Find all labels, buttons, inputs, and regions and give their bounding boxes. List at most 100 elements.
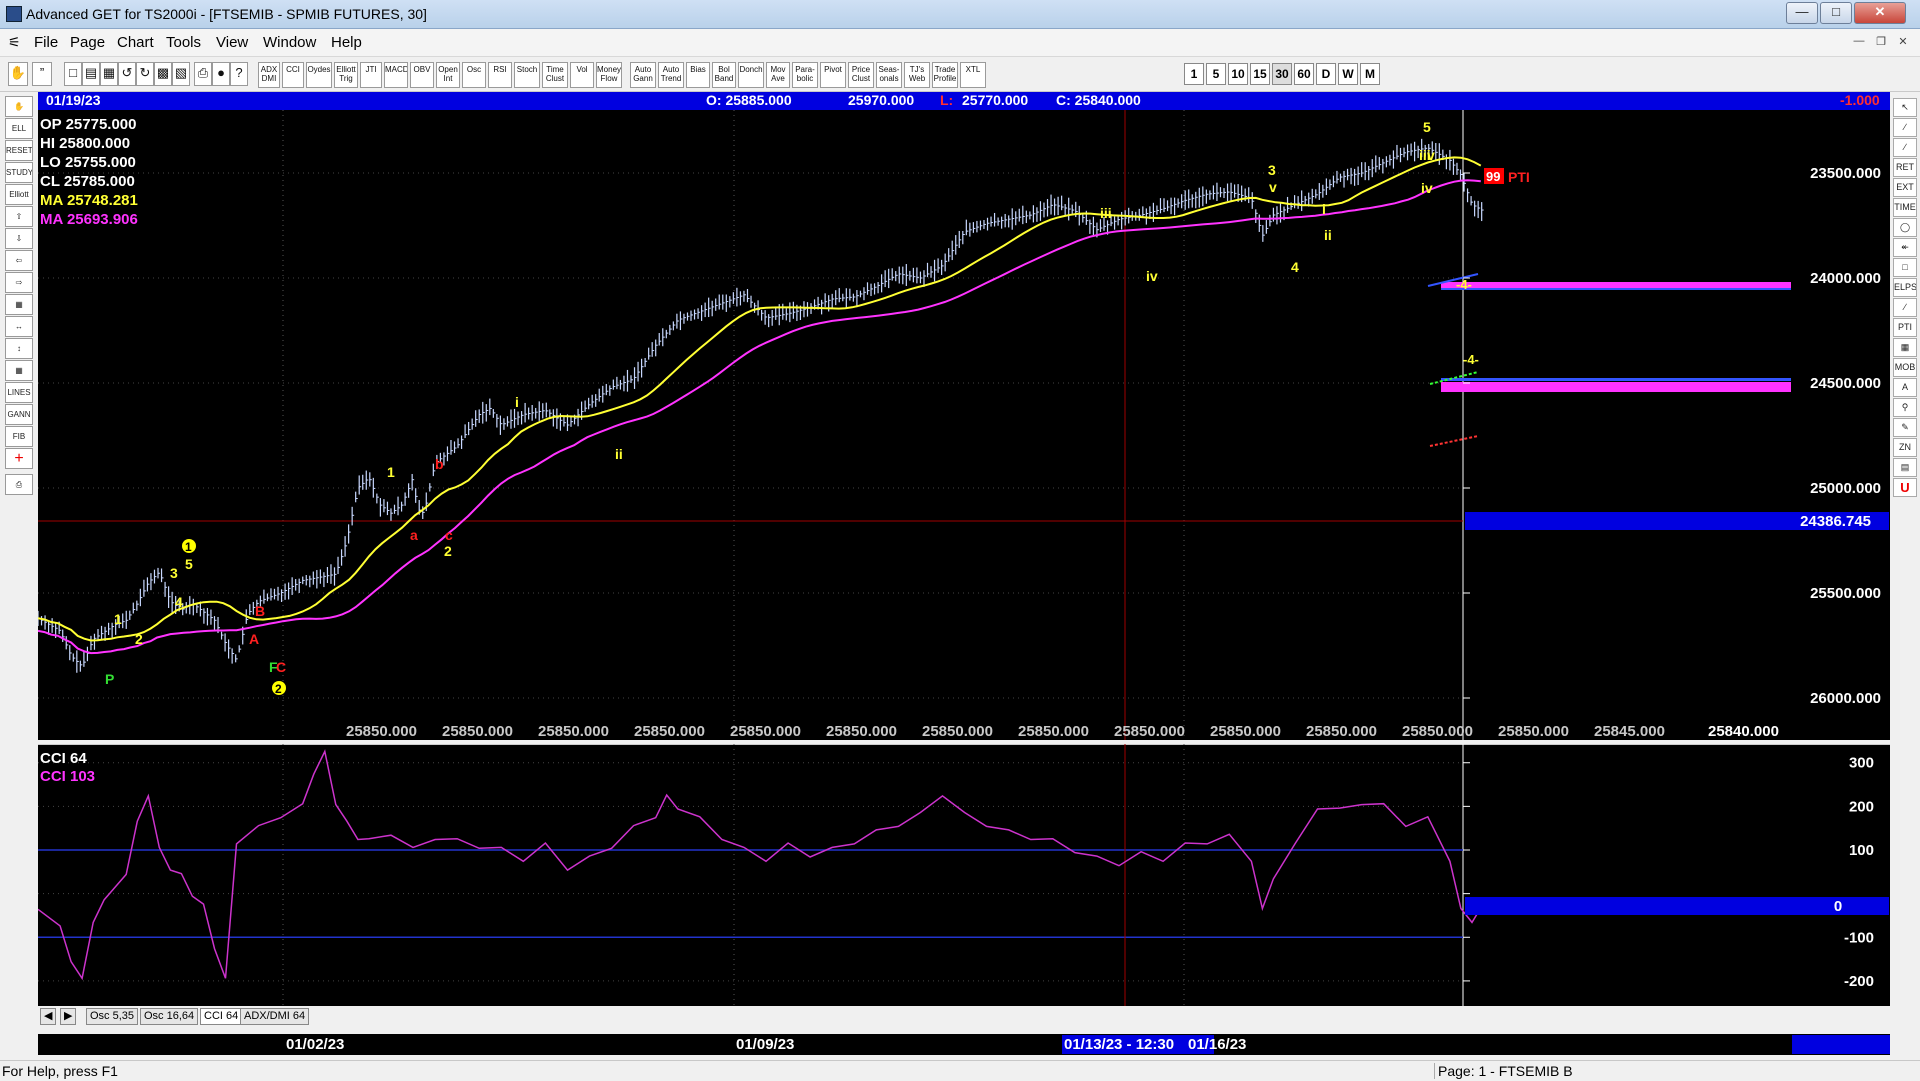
study-price-clust-button[interactable]: Price Clust xyxy=(848,62,874,88)
price-chart[interactable]: -4- -4- 99 PTI OP 25775.000 HI 25800.000… xyxy=(38,110,1890,740)
study-bias-button[interactable]: Bias xyxy=(686,62,710,88)
study-rsi-button[interactable]: RSI xyxy=(488,62,512,88)
tab-cci-64[interactable]: CCI 64 xyxy=(200,1008,243,1025)
new-icon[interactable]: □ xyxy=(64,62,82,86)
price-chart-panel[interactable]: -4- -4- 99 PTI OP 25775.000 HI 25800.000… xyxy=(38,110,1890,740)
print-tool-icon[interactable]: ⎙ xyxy=(5,474,33,495)
timeframe-1[interactable]: 1 xyxy=(1184,63,1204,85)
study-elliott-trig-button[interactable]: Elliott Trig xyxy=(334,62,358,88)
study-mov-ave-button[interactable]: Mov Ave xyxy=(766,62,790,88)
print-icon[interactable]: ⎙ xyxy=(194,62,212,86)
channel-tool-icon[interactable]: ∕ xyxy=(1893,298,1917,317)
lines-tool-icon[interactable]: LINES xyxy=(5,382,33,403)
hand-icon[interactable]: ✋ xyxy=(8,62,28,86)
cci-chart[interactable]: CCI 64 CCI 103 300 200 100 -100 -200 0 xyxy=(38,744,1890,1006)
study-button[interactable]: STUDY xyxy=(5,162,33,183)
tab-osc-5-35[interactable]: Osc 5,35 xyxy=(86,1008,139,1025)
study-time-clust-button[interactable]: Time Clust xyxy=(542,62,568,88)
ring-tool-icon[interactable]: ◯ xyxy=(1893,218,1917,237)
grid-tool-icon-right[interactable]: ▦ xyxy=(1893,338,1917,357)
study-adx-button[interactable]: ADX DMI xyxy=(258,62,280,88)
study-auto-gann-button[interactable]: Auto Gann xyxy=(630,62,656,88)
u-tool-icon[interactable]: U xyxy=(1893,478,1917,497)
study-open-int-button[interactable]: Open Int xyxy=(436,62,460,88)
minimize-button[interactable]: — xyxy=(1786,2,1818,24)
grid-tool-icon[interactable]: ▦ xyxy=(5,360,33,381)
study-cycles-button[interactable]: Oydes xyxy=(306,62,332,88)
expand-tool-icon[interactable]: ↔ xyxy=(5,316,33,337)
close-button[interactable]: ✕ xyxy=(1854,2,1906,24)
line-tool-icon[interactable]: ∕ xyxy=(1893,118,1917,137)
mdi-close-button[interactable]: ✕ xyxy=(1892,34,1914,52)
fib-tool-icon[interactable]: FIB xyxy=(5,426,33,447)
back-icon[interactable]: ↺ xyxy=(118,62,136,86)
save-icon[interactable]: ▦ xyxy=(100,62,118,86)
timeframe-w[interactable]: W xyxy=(1338,63,1358,85)
study-seasonals-button[interactable]: Seas-onals xyxy=(876,62,902,88)
compress-tool-icon[interactable]: ↕ xyxy=(5,338,33,359)
maximize-button[interactable]: □ xyxy=(1820,2,1852,24)
study-pivot-button[interactable]: Pivot xyxy=(820,62,846,88)
forward-icon[interactable]: ↻ xyxy=(136,62,154,86)
tab-scroll-left[interactable]: ◀ xyxy=(40,1008,57,1025)
timeframe-30[interactable]: 30 xyxy=(1272,63,1292,85)
study-cci-button[interactable]: CCI xyxy=(282,62,304,88)
study-macd-button[interactable]: MACD xyxy=(384,62,408,88)
timeframe-m[interactable]: M xyxy=(1360,63,1380,85)
pti-tool-icon[interactable]: PTI xyxy=(1893,318,1917,337)
zoom-tool-icon[interactable]: ⚲ xyxy=(1893,398,1917,417)
open-icon[interactable]: ▤ xyxy=(82,62,100,86)
tab-osc-16-64[interactable]: Osc 16,64 xyxy=(140,1008,199,1025)
arrow-down-icon[interactable]: ⇩ xyxy=(5,228,33,249)
bulb-icon[interactable]: ● xyxy=(212,62,230,86)
study-tj-web-button[interactable]: TJ's Web xyxy=(904,62,930,88)
study-donch-button[interactable]: Donch xyxy=(738,62,764,88)
study-jti-button[interactable]: JTI xyxy=(360,62,382,88)
fib-ext-tool-icon[interactable]: EXT xyxy=(1893,178,1917,197)
help-icon[interactable]: ? xyxy=(230,62,248,86)
study-parabolic-button[interactable]: Para-bolic xyxy=(792,62,818,88)
pitch-tool-icon[interactable]: ∕ xyxy=(1893,138,1917,157)
timeframe-d[interactable]: D xyxy=(1316,63,1336,85)
text-tool-icon[interactable]: A xyxy=(1893,378,1917,397)
cci-panel[interactable]: CCI 64 CCI 103 300 200 100 -100 -200 0 xyxy=(38,744,1890,1006)
tab-adx-dmi-64[interactable]: ADX/DMI 64 xyxy=(240,1008,310,1025)
reset-button[interactable]: RESET xyxy=(5,140,33,161)
menu-tools[interactable]: Tools xyxy=(166,34,201,51)
arrow-right-icon[interactable]: ⇨ xyxy=(5,272,33,293)
menu-view[interactable]: View xyxy=(216,34,248,51)
page-tool-icon[interactable]: ▤ xyxy=(1893,458,1917,477)
study-bol-band-button[interactable]: Bol Band xyxy=(712,62,736,88)
arrow-left-icon[interactable]: ⇦ xyxy=(5,250,33,271)
crosshair-tool-icon[interactable]: + xyxy=(5,448,33,469)
timeframe-10[interactable]: 10 xyxy=(1228,63,1248,85)
cursor-tool-icon[interactable]: ↖ xyxy=(1893,98,1917,117)
elliott-tool-icon[interactable]: ELL xyxy=(5,118,33,139)
mdi-restore-button[interactable]: ❐ xyxy=(1870,34,1892,52)
bars-tool-icon[interactable]: ▦ xyxy=(5,294,33,315)
study-auto-trend-button[interactable]: Auto Trend xyxy=(658,62,684,88)
fib-time-tool-icon[interactable]: TIME xyxy=(1893,198,1917,217)
tab-scroll-right[interactable]: ▶ xyxy=(60,1008,77,1025)
study-osc-button[interactable]: Osc xyxy=(462,62,486,88)
mdi-minimize-button[interactable]: — xyxy=(1848,34,1870,52)
study-obv-button[interactable]: OBV xyxy=(410,62,434,88)
draw-tool-icon[interactable]: ✎ xyxy=(1893,418,1917,437)
document-icon[interactable]: ⚟ xyxy=(8,34,21,51)
fib-ret-tool-icon[interactable]: RET xyxy=(1893,158,1917,177)
study-xtl-button[interactable]: XTL xyxy=(960,62,986,88)
arrow-up-icon[interactable]: ⇧ xyxy=(5,206,33,227)
timeframe-15[interactable]: 15 xyxy=(1250,63,1270,85)
window-icon[interactable]: ▧ xyxy=(172,62,190,86)
elliott-wave-icon[interactable]: Elliott xyxy=(5,184,33,205)
study-vol-button[interactable]: Vol xyxy=(570,62,594,88)
gann-tool-icon[interactable]: GANN xyxy=(5,404,33,425)
study-stoch-button[interactable]: Stoch xyxy=(514,62,540,88)
menu-chart[interactable]: Chart xyxy=(117,34,154,51)
study-money-flow-button[interactable]: Money Flow xyxy=(596,62,622,88)
study-trade-profile-button[interactable]: Trade Profile xyxy=(932,62,958,88)
menu-window[interactable]: Window xyxy=(263,34,316,51)
hand-tool-icon[interactable]: ✋ xyxy=(5,96,33,117)
quote-icon[interactable]: ” xyxy=(32,62,52,86)
grid-icon[interactable]: ▩ xyxy=(154,62,172,86)
